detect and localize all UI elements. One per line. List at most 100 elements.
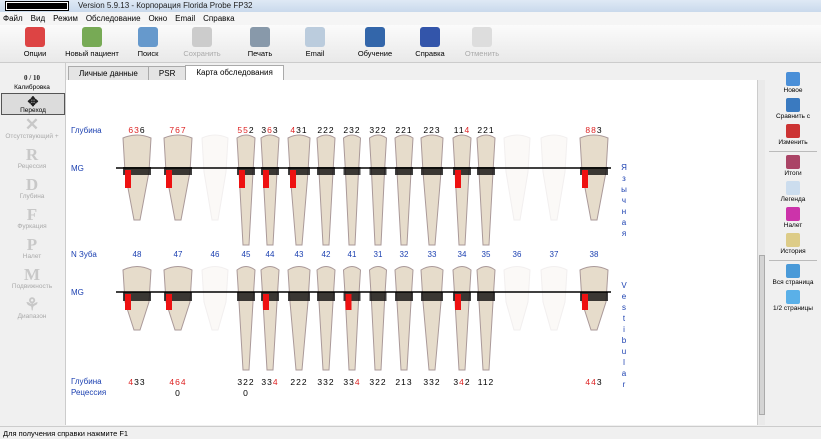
left-tool-1[interactable]: ✥ Переход [1, 93, 65, 115]
tooth-number-43[interactable]: 43 [295, 250, 304, 259]
vertical-letter: e [621, 292, 627, 301]
lower-depth-33: 332 [423, 377, 441, 387]
toolbar-icon-2 [138, 27, 158, 47]
tooth-number-32[interactable]: 32 [400, 250, 409, 259]
vertical-letter: s [622, 303, 626, 312]
lower-deep-pocket [263, 294, 269, 310]
left-tool-label: Отсутствующий + [5, 133, 59, 140]
tab-1[interactable]: PSR [147, 66, 187, 80]
upper-deep-pocket [166, 170, 172, 188]
lower-depth-41: 334 [343, 377, 361, 387]
toolbar-button-6[interactable]: Обучение [345, 27, 405, 58]
toolbar-button-7[interactable]: Справка [400, 27, 460, 58]
upper-tooth-46 [201, 134, 229, 221]
tooth-number-45[interactable]: 45 [242, 250, 251, 259]
lower-deep-pocket [125, 294, 131, 310]
upper-depth-38: 883 [585, 125, 603, 135]
left-tool-label: Переход [20, 107, 46, 114]
right-tool-9[interactable]: Вся страница [765, 263, 821, 289]
left-tool-7[interactable]: M Подвижность [0, 265, 64, 295]
tooth-number-44[interactable]: 44 [266, 250, 275, 259]
menu-item-2[interactable]: Режим [53, 14, 78, 23]
menu-item-6[interactable]: Справка [203, 14, 234, 23]
right-tool-5[interactable]: Легенда [765, 180, 821, 206]
menu-item-5[interactable]: Email [175, 14, 195, 23]
menu-item-3[interactable]: Обследование [86, 14, 141, 23]
left-tool-6[interactable]: P Налет [0, 235, 64, 265]
vertical-letter: a [621, 369, 627, 378]
right-tool-10[interactable]: 1/2 страницы [765, 289, 821, 315]
tooth-number-42[interactable]: 42 [322, 250, 331, 259]
separator [769, 151, 817, 152]
tooth-number-46[interactable]: 46 [211, 250, 220, 259]
right-tool-label: 1/2 страницы [773, 305, 813, 312]
lower-depth-48: 433 [128, 377, 146, 387]
right-tool-0[interactable]: Новое [765, 71, 821, 97]
lower-depth-44: 334 [261, 377, 279, 387]
toolbar-button-1[interactable]: Новый пациент [62, 27, 122, 58]
menu-item-0[interactable]: Файл [3, 14, 23, 23]
right-tool-2[interactable]: Изменить [765, 123, 821, 149]
periodontal-chart: Глубина MG N Зуба MG Глубина Рецессия Яз… [66, 80, 757, 425]
lower-depth-35: 112 [477, 377, 495, 387]
upper-tooth-45 [236, 134, 256, 246]
toolbar-button-4[interactable]: Печать [230, 27, 290, 58]
upper-tooth-42 [316, 134, 336, 246]
vertical-letter: н [621, 207, 627, 216]
left-tool-3[interactable]: R Рецессия [0, 145, 64, 175]
toolbar-button-2[interactable]: Поиск [118, 27, 178, 58]
menu-bar: Файл Вид Режим Обследование Окно Email Справка [0, 12, 821, 25]
left-tool-icon-0: 0 / 10 [24, 74, 40, 82]
tooth-number-33[interactable]: 33 [428, 250, 437, 259]
vertical-scrollbar[interactable] [757, 80, 765, 425]
lower-depth-47: 464 [169, 377, 187, 387]
left-tool-8[interactable]: ⚘ Диапазон [0, 295, 64, 325]
scrollbar-thumb[interactable] [759, 255, 765, 415]
lower-depth-31: 322 [369, 377, 387, 387]
lower-depth-43: 222 [290, 377, 308, 387]
tooth-number-36[interactable]: 36 [513, 250, 522, 259]
left-tool-4[interactable]: D Глубина [0, 175, 64, 205]
lower-tooth-42 [316, 266, 336, 371]
tooth-number-31[interactable]: 31 [374, 250, 383, 259]
tooth-number-47[interactable]: 47 [174, 250, 183, 259]
left-tool-label: Диапазон [17, 313, 47, 320]
lower-depth-42: 332 [317, 377, 335, 387]
toolbar-button-5[interactable]: Email [285, 27, 345, 58]
tab-0[interactable]: Личные данные [68, 66, 149, 80]
tooth-number-37[interactable]: 37 [550, 250, 559, 259]
right-tool-1[interactable]: Сравнить с [765, 97, 821, 123]
left-tool-2[interactable]: ✕ Отсутствующий + [0, 115, 64, 145]
lower-deep-pocket [582, 294, 588, 310]
right-tool-6[interactable]: Налет [765, 206, 821, 232]
vertical-letter: l [623, 358, 625, 367]
right-tool-label: История [780, 248, 806, 255]
menu-item-4[interactable]: Окно [149, 14, 168, 23]
mg-label-upper: MG [71, 164, 84, 173]
toolbar-button-3[interactable]: Сохранить [172, 27, 232, 58]
mg-label-lower: MG [71, 288, 84, 297]
tooth-number-41[interactable]: 41 [348, 250, 357, 259]
toolbar-button-0[interactable]: Опции [5, 27, 65, 58]
menu-item-1[interactable]: Вид [31, 14, 45, 23]
tooth-number-38[interactable]: 38 [590, 250, 599, 259]
tooth-number-34[interactable]: 34 [458, 250, 467, 259]
upper-tooth-43 [287, 134, 311, 246]
tooth-number-35[interactable]: 35 [482, 250, 491, 259]
right-tool-4[interactable]: Итоги [765, 154, 821, 180]
title-bar: Version 5.9.13 - Корпорация Florida Prob… [0, 0, 821, 12]
left-tool-0[interactable]: 0 / 10 Калибровка [0, 71, 64, 93]
left-tool-icon-8: ⚘ [24, 295, 40, 314]
tooth-number-48[interactable]: 48 [133, 250, 142, 259]
left-tool-5[interactable]: F Фуркация [0, 205, 64, 235]
vertical-letter: i [623, 325, 625, 334]
upper-depth-34: 114 [453, 125, 471, 135]
lower-deep-pocket [166, 294, 172, 310]
right-tool-7[interactable]: История [765, 232, 821, 258]
tab-2[interactable]: Карта обследования [185, 65, 284, 80]
upper-tooth-31 [368, 134, 388, 246]
upper-depth-44: 363 [261, 125, 279, 135]
upper-tooth-36 [503, 134, 531, 221]
toolbar-label: Обучение [357, 49, 393, 58]
toolbar-button-8[interactable]: Отменить [452, 27, 512, 58]
